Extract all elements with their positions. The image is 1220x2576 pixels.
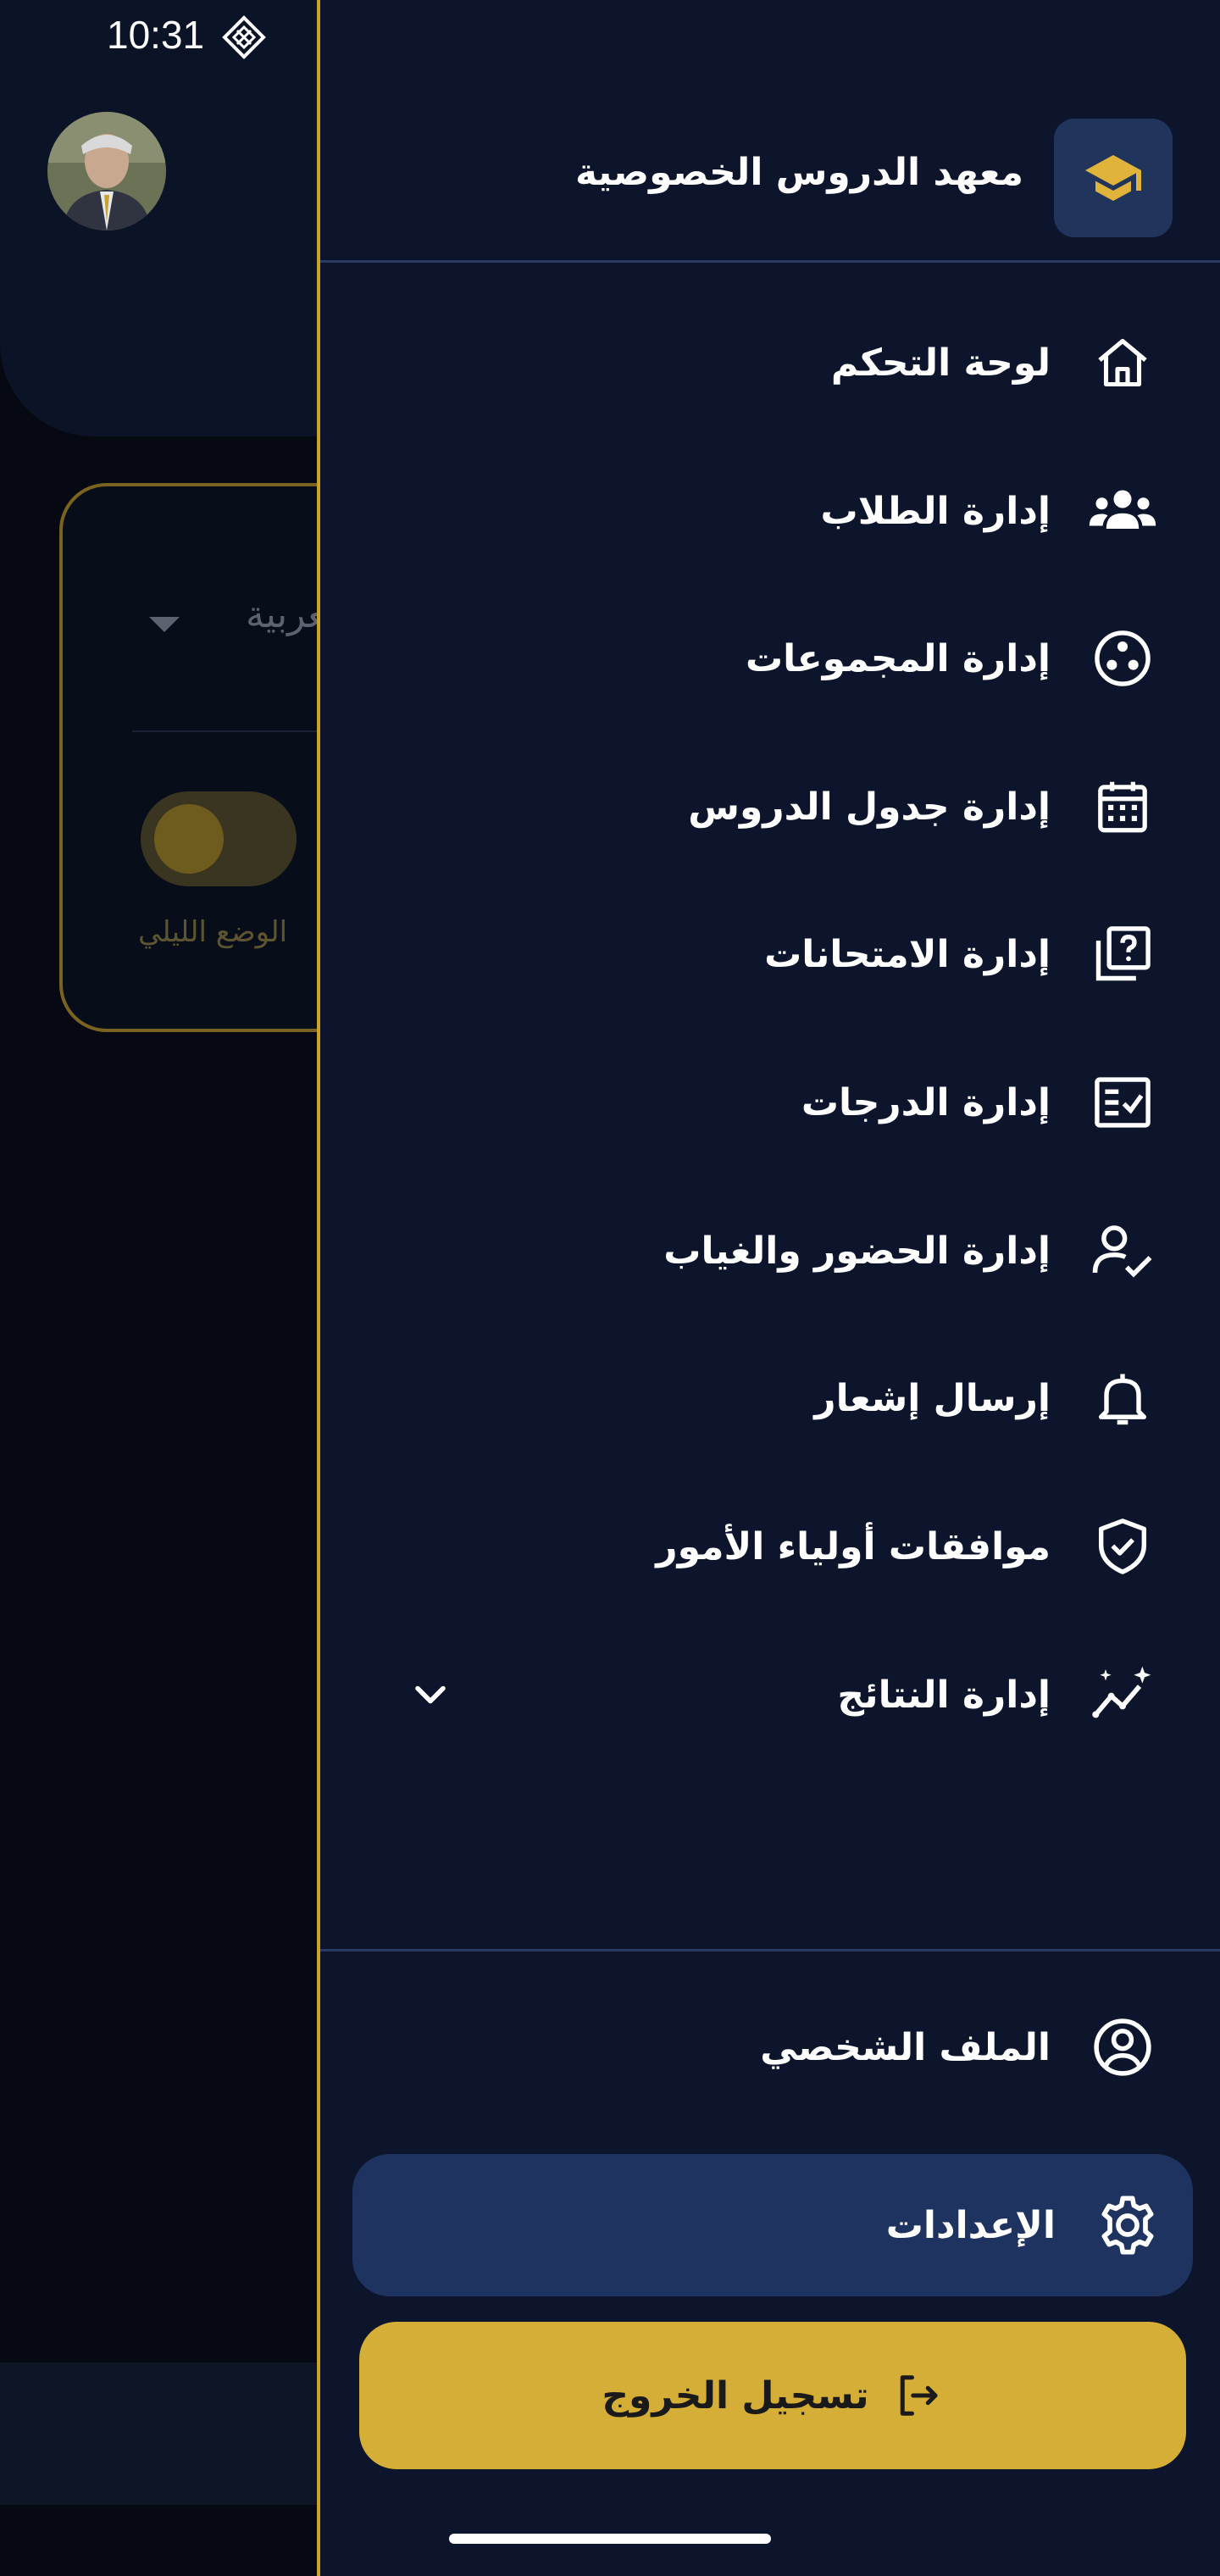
menu-item-label: إدارة النتائج [837,1673,1051,1717]
drawer-header: معهد الدروس الخصوصية [320,0,1220,263]
chevron-down-icon[interactable] [405,1669,456,1720]
menu-item-label: إدارة الامتحانات [764,932,1051,976]
home-indicator[interactable] [449,2534,771,2544]
account-circle-icon [1084,2009,1161,2085]
menu-item-schedule[interactable]: إدارة جدول الدروس [320,747,1220,866]
bell-icon [1084,1360,1161,1436]
grades-icon [1084,1064,1161,1141]
drawer-logo [1054,119,1173,237]
attendance-icon [1084,1213,1161,1289]
shield-check-icon [1084,1508,1161,1585]
gear-icon [1090,2187,1166,2263]
results-icon [1084,1657,1161,1733]
drawer-divider [320,1949,1220,1951]
menu-item-label: الملف الشخصي [760,2025,1051,2069]
drawer-title: معهد الدروس الخصوصية [574,151,1023,194]
quiz-icon [1084,916,1161,992]
menu-item-attendance[interactable]: إدارة الحضور والغياب [320,1191,1220,1310]
menu-item-parent-approvals[interactable]: موافقات أولياء الأمور [320,1487,1220,1606]
status-notification-icon [222,15,266,59]
graduation-cap-icon [1085,155,1141,201]
logout-label: تسجيل الخروج [602,2373,869,2418]
menu-item-label: الإعدادات [885,2203,1056,2247]
menu-item-settings[interactable]: الإعدادات [352,2154,1193,2296]
users-icon [1084,473,1161,549]
menu-item-label: إدارة الحضور والغياب [663,1229,1051,1273]
calendar-icon [1084,769,1161,845]
menu-item-label: لوحة التحكم [830,341,1051,385]
menu-item-profile[interactable]: الملف الشخصي [320,1988,1220,2107]
groups-icon [1084,620,1161,697]
menu-item-label: إدارة جدول الدروس [688,785,1051,829]
dropdown-caret-icon[interactable] [149,617,180,632]
home-icon [1084,325,1161,401]
menu-item-dashboard[interactable]: لوحة التحكم [320,303,1220,422]
menu-item-exams[interactable]: إدارة الامتحانات [320,895,1220,1013]
avatar[interactable] [47,112,166,230]
menu-item-label: إرسال إشعار [814,1376,1051,1420]
navigation-drawer: معهد الدروس الخصوصية لوحة التحكم إدارة ا… [317,0,1220,2576]
logout-icon [900,2375,938,2416]
night-mode-label: الوضع الليلي [137,915,288,949]
menu-item-label: إدارة الدرجات [801,1080,1051,1124]
logout-button[interactable]: تسجيل الخروج [359,2322,1186,2469]
toggle-knob [154,804,224,874]
menu-item-send-notification[interactable]: إرسال إشعار [320,1339,1220,1457]
menu-item-label: موافقات أولياء الأمور [656,1524,1051,1568]
menu-item-grades[interactable]: إدارة الدرجات [320,1043,1220,1162]
status-time: 10:31 [107,13,205,57]
menu-item-label: إدارة الطلاب [820,489,1051,533]
menu-item-students[interactable]: إدارة الطلاب [320,452,1220,570]
menu-item-groups[interactable]: إدارة المجموعات [320,599,1220,718]
menu-item-results[interactable]: إدارة النتائج [320,1635,1220,1754]
menu-item-label: إدارة المجموعات [745,636,1051,680]
